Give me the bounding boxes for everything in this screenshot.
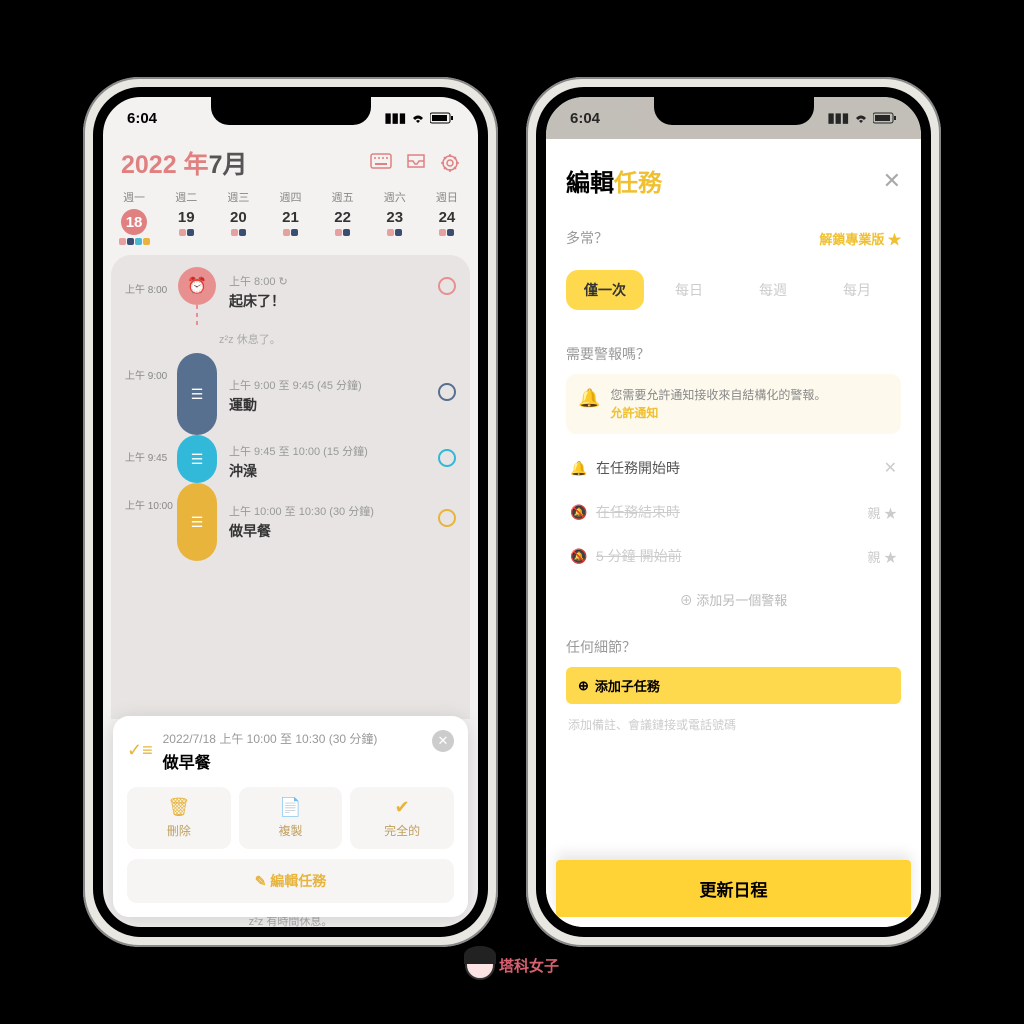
pro-badge: 親 ★	[867, 547, 897, 566]
brand-watermark: 塔科女子	[465, 950, 559, 980]
popup-title: 做早餐	[163, 749, 378, 773]
check-icon: ✔	[350, 797, 454, 818]
frequency-tabs: 僅一次 每日 每週 每月	[566, 270, 901, 310]
complete-ring[interactable]	[438, 277, 456, 295]
title-month: 7月	[209, 151, 248, 179]
bell-icon: 🔔	[570, 460, 596, 477]
timeline-item-exercise[interactable]: 上午 9:00 ☰ 上午 9:00 至 9:45 (45 分鐘)運動	[111, 353, 470, 435]
day-col-sat[interactable]: 週六23	[370, 189, 420, 245]
task-icon: ☰	[177, 435, 217, 483]
trash-icon: 🗑	[127, 797, 231, 818]
day-col-mon[interactable]: 週一 18	[109, 189, 159, 245]
pro-badge: 親 ★	[867, 503, 897, 522]
status-time: 6:04	[570, 110, 600, 127]
add-subtask-button[interactable]: ⊕ 添加子任務	[566, 667, 901, 704]
close-icon[interactable]: ✕	[883, 168, 901, 194]
copy-icon: 📄	[239, 797, 343, 818]
day-col-wed[interactable]: 週三20	[213, 189, 263, 245]
timeline[interactable]: 上午 8:00 ⏰ 上午 8:00 ↻起床了！ z²z 休息了。 上午 9:00…	[111, 255, 470, 719]
allow-link[interactable]: 允許通知	[610, 406, 658, 420]
week-header: 週一 18 週二19 週三20 週四21 週五22 週六23 週日24	[103, 185, 478, 247]
alarm-end[interactable]: 🔕 在任務結束時 親 ★	[566, 490, 901, 534]
timeline-item-shower[interactable]: 上午 9:45 ☰ 上午 9:45 至 10:00 (15 分鐘)沖澡	[111, 435, 470, 483]
banner-text: 您需要允許通知接收來自結構化的警報。	[610, 388, 826, 402]
gear-icon[interactable]	[440, 153, 460, 173]
title-year: 2022 年	[121, 151, 209, 179]
inbox-icon[interactable]	[406, 153, 426, 173]
complete-ring[interactable]	[438, 509, 456, 527]
status-icons: ▮▮▮	[828, 110, 897, 126]
tab-once[interactable]: 僅一次	[566, 270, 644, 310]
popup-meta: 2022/7/18 上午 10:00 至 10:30 (30 分鐘)	[163, 730, 378, 747]
complete-button[interactable]: ✔完全的	[350, 787, 454, 849]
timeline-item-wake[interactable]: 上午 8:00 ⏰ 上午 8:00 ↻起床了！	[111, 267, 470, 325]
day-col-tue[interactable]: 週二19	[161, 189, 211, 245]
task-popup: ✓≡ 2022/7/18 上午 10:00 至 10:30 (30 分鐘) 做早…	[113, 716, 468, 917]
notch	[654, 97, 814, 125]
bell-off-icon: 🔕	[570, 548, 596, 565]
signal-icon: ▮▮▮	[828, 110, 849, 126]
status-icons: ▮▮▮	[385, 110, 454, 126]
copy-button[interactable]: 📄複製	[239, 787, 343, 849]
complete-ring[interactable]	[438, 449, 456, 467]
details-label: 任何細節？	[566, 637, 901, 657]
allow-notifications-banner[interactable]: 🔔 您需要允許通知接收來自結構化的警報。 允許通知	[566, 374, 901, 434]
checklist-icon: ✓≡	[127, 740, 153, 761]
time-gutter: 上午 8:00	[125, 267, 175, 296]
battery-icon	[873, 112, 897, 124]
day-col-fri[interactable]: 週五22	[318, 189, 368, 245]
alarm-clock-icon: ⏰	[178, 267, 216, 305]
wifi-icon	[410, 112, 426, 124]
day-col-sun[interactable]: 週日24	[422, 189, 472, 245]
wifi-icon	[853, 112, 869, 124]
complete-ring[interactable]	[438, 383, 456, 401]
timeline-item-breakfast[interactable]: 上午 10:00 ☰ 上午 10:00 至 10:30 (30 分鐘)做早餐	[111, 483, 470, 561]
alarm-start[interactable]: 🔔 在任務開始時 ✕	[566, 446, 901, 490]
keyboard-icon[interactable]	[370, 153, 392, 173]
frequency-label: 多常？	[566, 228, 608, 248]
add-alarm-button[interactable]: ⊕ 添加另一個警報	[566, 578, 901, 627]
phone-right: 6:04 ▮▮▮ 編輯任務 ✕ 多常？ 解鎖專業版 ★ 僅一次 每日 每週 每月…	[526, 77, 941, 947]
delete-button[interactable]: 🗑刪除	[127, 787, 231, 849]
screen-right: 6:04 ▮▮▮ 編輯任務 ✕ 多常？ 解鎖專業版 ★ 僅一次 每日 每週 每月…	[536, 87, 931, 937]
calendar-header: 2022 年7月	[103, 139, 478, 185]
notes-field[interactable]: 添加備註、會議鏈接或電話號碼	[566, 712, 901, 743]
bell-off-icon: 🔕	[570, 504, 596, 521]
tab-weekly[interactable]: 每週	[734, 270, 812, 310]
tab-monthly[interactable]: 每月	[818, 270, 896, 310]
brand-text: 塔科女子	[499, 955, 559, 976]
tab-daily[interactable]: 每日	[650, 270, 728, 310]
close-icon[interactable]: ✕	[432, 730, 454, 752]
sheet-title: 編輯任務	[566, 163, 662, 198]
day-label: 週一	[109, 189, 159, 205]
screen-left: 6:04 ▮▮▮ 2022 年7月	[93, 87, 488, 937]
battery-icon	[430, 112, 454, 124]
notch	[211, 97, 371, 125]
task-icon: ☰	[177, 483, 217, 561]
page-title: 2022 年7月	[121, 145, 247, 181]
avatar-icon	[465, 950, 495, 980]
unlock-pro-button[interactable]: 解鎖專業版 ★	[819, 229, 901, 248]
bell-icon: 🔔	[578, 388, 600, 409]
signal-icon: ▮▮▮	[385, 110, 406, 126]
remove-icon[interactable]: ✕	[884, 458, 897, 478]
update-schedule-button[interactable]: 更新日程	[556, 860, 911, 917]
alarm-label: 需要警報嗎？	[566, 344, 901, 364]
day-num[interactable]: 18	[121, 209, 147, 235]
task-icon: ☰	[177, 353, 217, 435]
alarm-5min[interactable]: 🔕 5 分鐘 開始前 親 ★	[566, 534, 901, 578]
plus-circle-icon: ⊕	[578, 678, 589, 694]
rest-label: z²z 休息了。	[111, 325, 470, 353]
status-time: 6:04	[127, 110, 157, 127]
edit-task-sheet: 編輯任務 ✕ 多常？ 解鎖專業版 ★ 僅一次 每日 每週 每月 需要警報嗎？ 🔔…	[546, 145, 921, 927]
edit-task-button[interactable]: ✎ 編輯任務	[127, 859, 454, 903]
phone-left: 6:04 ▮▮▮ 2022 年7月	[83, 77, 498, 947]
day-col-thu[interactable]: 週四21	[265, 189, 315, 245]
